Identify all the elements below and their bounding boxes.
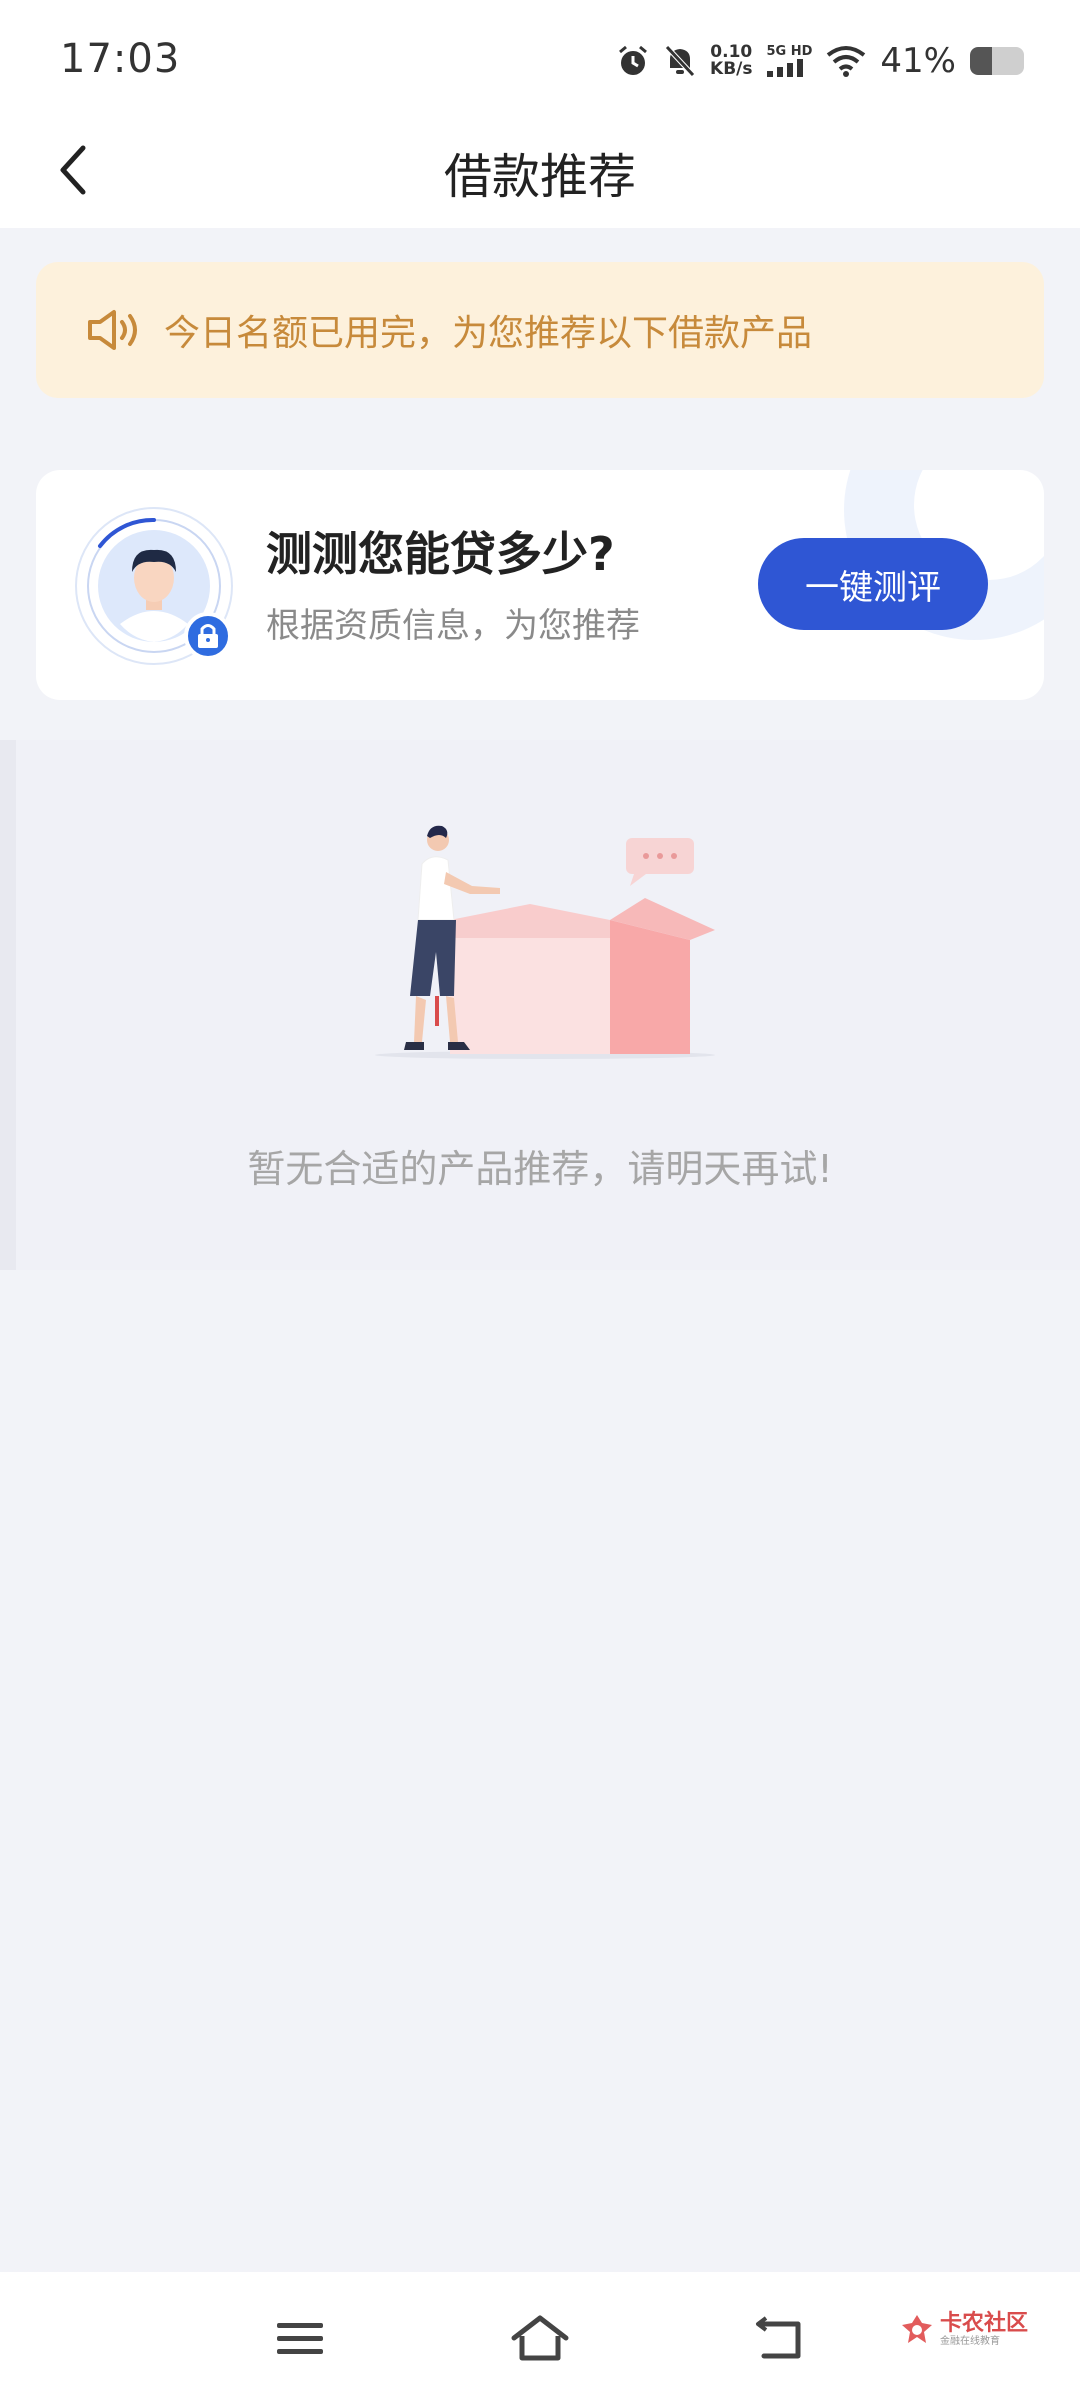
status-bar: 17:03 0.10 KB/s 5G HD 41% <box>0 0 1080 115</box>
watermark-sub-text: 金融在线教育 <box>940 2336 1000 2347</box>
watermark: 卡农社区 金融在线教育 <box>900 2312 1028 2348</box>
menu-button[interactable] <box>265 2304 335 2374</box>
avatar <box>74 506 244 676</box>
battery-icon <box>970 47 1024 75</box>
back-nav-button[interactable] <box>745 2304 815 2374</box>
notice-text: 今日名额已用完，为您推荐以下借款产品 <box>164 313 813 354</box>
alarm-icon <box>616 44 650 78</box>
cell-signal: 5G HD <box>766 44 813 77</box>
signal-label: 5G HD <box>766 44 813 59</box>
card-title: 测测您能贷多少? <box>266 527 615 581</box>
speaker-icon <box>88 310 137 350</box>
back-button[interactable] <box>38 135 108 205</box>
status-icons: 0.10 KB/s 5G HD 41% <box>616 36 1024 86</box>
mute-bell-icon <box>664 44 696 78</box>
home-icon <box>511 2315 569 2361</box>
network-speed-unit: KB/s <box>710 59 753 79</box>
battery-percent: 41% <box>880 41 956 81</box>
avatar-icon <box>75 507 233 665</box>
wifi-icon <box>826 45 866 77</box>
home-button[interactable] <box>505 2304 575 2374</box>
page-title: 借款推荐 <box>443 148 636 205</box>
battery-level <box>970 47 993 75</box>
network-speed: 0.10 KB/s <box>710 44 752 78</box>
chevron-left-icon <box>60 145 86 195</box>
empty-state-message: 暂无合适的产品推荐，请明天再试! <box>247 1147 833 1191</box>
page-header: 借款推荐 <box>0 115 1080 228</box>
signal-bars-icon <box>766 59 803 77</box>
one-click-assess-button[interactable]: 一键测评 <box>758 538 988 630</box>
menu-icon <box>277 2323 323 2354</box>
empty-box-illustration <box>375 825 715 1059</box>
status-time: 17:03 <box>60 36 181 82</box>
notice-banner: 今日名额已用完，为您推荐以下借款产品 <box>36 262 1044 398</box>
watermark-logo-icon <box>902 2315 932 2343</box>
return-icon <box>756 2316 801 2359</box>
assessment-card: 测测您能贷多少? 根据资质信息，为您推荐 一键测评 <box>36 470 1044 700</box>
watermark-main-text: 卡农社区 <box>940 2311 1029 2336</box>
card-subtitle: 根据资质信息，为您推荐 <box>266 606 640 646</box>
